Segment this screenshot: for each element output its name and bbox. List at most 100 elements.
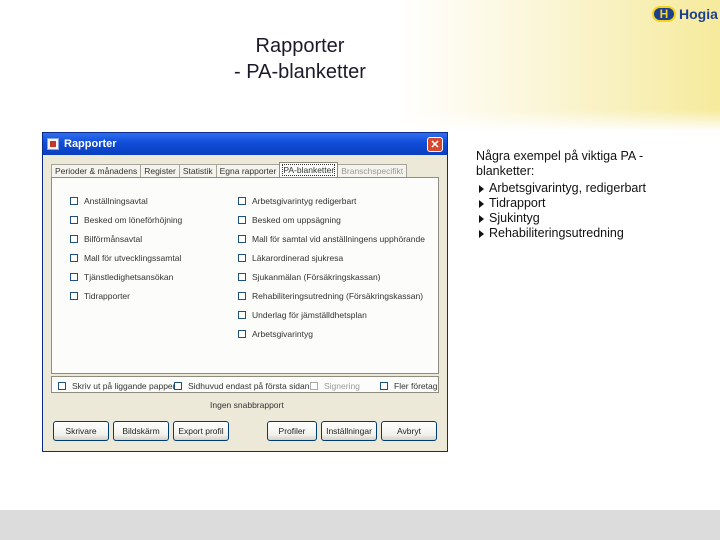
checkbox-arbetsgivarintyg[interactable]: Arbetsgivarintyg — [238, 329, 313, 339]
dialog-titlebar[interactable]: Rapporter ✕ — [43, 133, 447, 155]
close-icon[interactable]: ✕ — [427, 136, 443, 152]
checkbox-signering[interactable]: Signering — [310, 381, 360, 391]
checkbox-label: Arbetsgivarintyg redigerbart — [252, 196, 357, 206]
checkbox-box[interactable] — [380, 382, 388, 390]
checkbox-liggande-papper[interactable]: Skriv ut på liggande papper — [58, 381, 176, 391]
tab-label: Perioder & månadens — [55, 166, 138, 176]
checkbox-samtal-upphorande[interactable]: Mall för samtal vid anställningens upphö… — [238, 234, 425, 244]
tab-branschspecifikt[interactable]: Branschspecifikt — [337, 164, 408, 177]
checkbox-box[interactable] — [70, 216, 78, 224]
bullet-arrow-icon — [479, 200, 484, 208]
bullet-item: Rehabiliteringsutredning — [476, 226, 686, 241]
hogia-logo: H Hogia — [652, 6, 718, 22]
checkbox-box[interactable] — [70, 254, 78, 262]
checkbox-bilformansavtal[interactable]: Bilförmånsavtal — [70, 234, 142, 244]
checkbox-label: Tjänstledighetsansökan — [84, 272, 174, 282]
checkbox-box[interactable] — [238, 216, 246, 224]
bullet-text: Tidrapport — [489, 196, 546, 210]
checkbox-label: Mall för samtal vid anställningens upphö… — [252, 234, 425, 244]
tab-label: PA-blanketter — [282, 164, 336, 176]
checkbox-tjanstledighet[interactable]: Tjänstledighetsansökan — [70, 272, 173, 282]
tab-statistik[interactable]: Statistik — [178, 164, 217, 177]
checkbox-loneforhojning[interactable]: Besked om löneförhöjning — [70, 215, 182, 225]
checkbox-label: Signering — [324, 381, 360, 391]
bildskarm-button[interactable]: Bildskärm — [113, 421, 169, 441]
checkbox-label: Skriv ut på liggande papper — [72, 381, 176, 391]
bullet-item: Arbetsgivarintyg, redigerbart — [476, 181, 686, 196]
checkbox-box[interactable] — [58, 382, 66, 390]
installningar-button[interactable]: Inställningar — [321, 421, 377, 441]
avbryt-button[interactable]: Avbryt — [381, 421, 437, 441]
checkbox-tidrapporter[interactable]: Tidrapporter — [70, 291, 130, 301]
checkbox-box[interactable] — [310, 382, 318, 390]
tab-label: Branschspecifikt — [341, 166, 404, 176]
checkbox-label: Anställningsavtal — [84, 196, 148, 206]
checkbox-sidhuvud[interactable]: Sidhuvud endast på första sidan — [174, 381, 309, 391]
logo-mark-icon: H — [652, 6, 676, 22]
pa-blanketter-panel: Anställningsavtal Besked om löneförhöjni… — [51, 177, 439, 374]
bullet-arrow-icon — [479, 185, 484, 193]
bullet-item: Tidrapport — [476, 196, 686, 211]
checkbox-box[interactable] — [238, 292, 246, 300]
tab-egna-rapporter[interactable]: Egna rapporter — [215, 164, 281, 177]
app-icon — [47, 138, 59, 150]
checkbox-rehabiliteringsutredning[interactable]: Rehabiliteringsutredning (Försäkringskas… — [238, 291, 423, 301]
bullet-text: Rehabiliteringsutredning — [489, 226, 624, 240]
checkbox-label: Bilförmånsavtal — [84, 234, 143, 244]
checkbox-box[interactable] — [238, 311, 246, 319]
checkbox-box[interactable] — [70, 235, 78, 243]
checkbox-label: Sidhuvud endast på första sidan — [188, 381, 310, 391]
bullet-text: Sjukintyg — [489, 211, 540, 225]
checkbox-utvecklingssamtal[interactable]: Mall för utvecklingssamtal — [70, 253, 181, 263]
checkbox-label: Sjukanmälan (Försäkringskassan) — [252, 272, 381, 282]
checkbox-box[interactable] — [238, 254, 246, 262]
dialog-title: Rapporter — [64, 138, 117, 150]
bullet-item: Sjukintyg — [476, 211, 686, 226]
bullet-text: Arbetsgivarintyg, redigerbart — [489, 181, 647, 195]
checkbox-fler-foretag[interactable]: Fler företag — [380, 381, 437, 391]
checkbox-box[interactable] — [238, 330, 246, 338]
checkbox-label: Arbetsgivarintyg — [252, 329, 313, 339]
tab-strip: Perioder & månadens Register Statistik E… — [51, 162, 408, 177]
bullet-arrow-icon — [479, 230, 484, 238]
checkbox-box[interactable] — [70, 197, 78, 205]
checkbox-box[interactable] — [238, 235, 246, 243]
logo-text: Hogia — [679, 6, 718, 22]
tab-label: Register — [144, 166, 176, 176]
checkbox-sjukresa[interactable]: Läkarordinerad sjukresa — [238, 253, 343, 263]
checkbox-arbetsgivarintyg-redigerbart[interactable]: Arbetsgivarintyg redigerbart — [238, 196, 356, 206]
slide-title-line-2: - PA-blanketter — [234, 61, 366, 83]
checkbox-box[interactable] — [238, 197, 246, 205]
tab-register[interactable]: Register — [140, 164, 180, 177]
export-profil-button[interactable]: Export profil — [173, 421, 229, 441]
footer-band — [0, 510, 720, 540]
checkbox-label: Besked om uppsägning — [252, 215, 341, 225]
checkbox-label: Mall för utvecklingssamtal — [84, 253, 182, 263]
checkbox-label: Läkarordinerad sjukresa — [252, 253, 344, 263]
checkbox-box[interactable] — [238, 273, 246, 281]
bullet-intro: Några exempel på viktiga PA -blanketter: — [476, 149, 644, 178]
checkbox-box[interactable] — [70, 273, 78, 281]
checkbox-label: Tidrapporter — [84, 291, 130, 301]
checkbox-box[interactable] — [70, 292, 78, 300]
bullet-list: Några exempel på viktiga PA -blanketter:… — [476, 149, 686, 241]
checkbox-anstallningsavtal[interactable]: Anställningsavtal — [70, 196, 148, 206]
tab-perioder[interactable]: Perioder & månadens — [51, 164, 142, 177]
slide-title-line-1: Rapporter — [255, 35, 345, 57]
tab-pa-blanketter[interactable]: PA-blanketter — [279, 162, 339, 177]
checkbox-label: Besked om löneförhöjning — [84, 215, 183, 225]
checkbox-label: Rehabiliteringsutredning (Försäkringskas… — [252, 291, 424, 301]
bullet-arrow-icon — [479, 215, 484, 223]
checkbox-uppsagning[interactable]: Besked om uppsägning — [238, 215, 341, 225]
checkbox-jamstalldhetsplan[interactable]: Underlag för jämställdhetsplan — [238, 310, 367, 320]
checkbox-label: Underlag för jämställdhetsplan — [252, 310, 367, 320]
snabbrapport-label: Ingen snabbrapport — [210, 400, 284, 410]
tab-label: Statistik — [182, 166, 213, 176]
print-options-group: Skriv ut på liggande papper Sidhuvud end… — [51, 376, 439, 393]
checkbox-box[interactable] — [174, 382, 182, 390]
checkbox-sjukanmalan[interactable]: Sjukanmälan (Försäkringskassan) — [238, 272, 381, 282]
profiler-button[interactable]: Profiler — [267, 421, 317, 441]
slide-title: Rapporter - PA-blanketter — [200, 33, 400, 85]
skrivare-button[interactable]: Skrivare — [53, 421, 109, 441]
rapporter-dialog: Rapporter ✕ Perioder & månadens Register… — [42, 132, 448, 452]
